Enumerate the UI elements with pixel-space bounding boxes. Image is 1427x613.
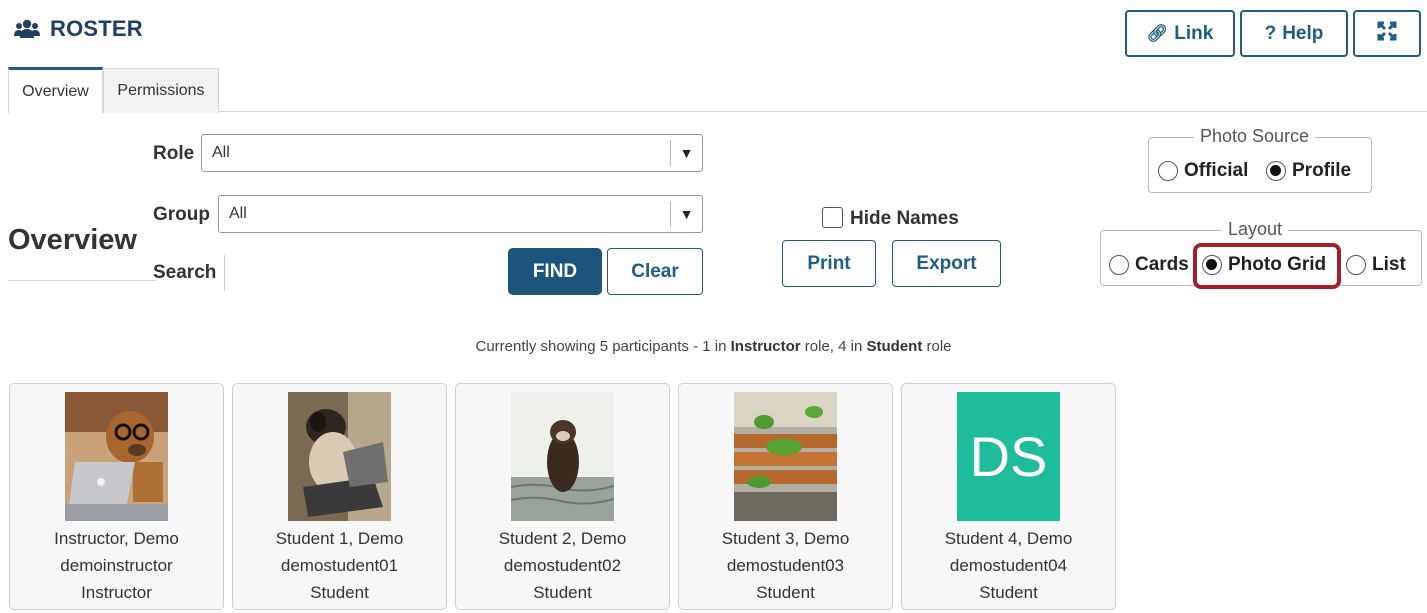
role-label: Role [153,143,195,164]
page-title: ROSTER [50,16,143,41]
find-button[interactable]: FIND [508,248,602,295]
participant-name: Student 4, Demo [944,529,1073,548]
caret-down-icon: ▼ [670,140,702,166]
participant-role: Student [979,583,1038,602]
users-icon [14,18,40,40]
hide-names-label: Hide Names [850,208,959,229]
heading-divider [8,280,156,281]
export-button[interactable]: Export [892,240,1001,287]
link-icon: 🔗︎ [1146,23,1169,43]
radio-cards[interactable] [1109,255,1129,275]
participant-username: demostudent03 [726,556,845,575]
question-icon: ? [1264,22,1277,44]
participant-username: demoinstructor [60,556,173,575]
group-label: Group [153,204,210,225]
tool-title: ROSTER [14,14,143,44]
participant-role: Student [756,583,815,602]
photo-source-legend: Photo Source [1194,126,1316,147]
participant-card[interactable]: Student 2, Demo demostudent02 Student [455,383,670,610]
print-button[interactable]: Print [782,240,876,287]
participant-role: Student [310,583,369,602]
participant-photo[interactable] [65,392,168,521]
expand-icon [1377,21,1397,47]
participant-username: demostudent02 [503,556,622,575]
tabs-divider [8,111,1427,112]
hide-names-checkbox[interactable] [822,207,843,228]
radio-list[interactable] [1346,255,1366,275]
layout-legend: Layout [1222,219,1289,240]
tab-permissions[interactable]: Permissions [103,68,219,113]
group-select[interactable]: All ▼ [218,195,703,233]
participant-initials-avatar[interactable]: DS [957,392,1060,521]
link-button[interactable]: 🔗︎ Link [1125,10,1235,57]
participant-card[interactable]: Student 3, Demo demostudent03 Student [678,383,893,610]
participant-username: demostudent01 [280,556,399,575]
section-heading: Overview [8,224,137,256]
role-select[interactable]: All ▼ [201,134,703,172]
search-input[interactable] [224,255,504,291]
participant-name: Student 3, Demo [721,529,850,548]
layout-cards[interactable]: Cards [1109,254,1189,276]
participant-card[interactable]: DS Student 4, Demo demostudent04 Student [901,383,1116,610]
clear-button[interactable]: Clear [607,248,703,295]
participant-name: Student 2, Demo [498,529,627,548]
caret-down-icon: ▼ [670,201,702,227]
search-label: Search [153,262,217,283]
photo-source-official[interactable]: Official [1158,160,1248,182]
layout-list[interactable]: List [1346,254,1406,276]
participant-card[interactable]: Student 1, Demo demostudent01 Student [232,383,447,610]
participant-role: Student [533,583,592,602]
tab-overview[interactable]: Overview [8,67,103,113]
radio-official[interactable] [1158,161,1178,181]
participant-role: Instructor [81,583,152,602]
participant-count-status: Currently showing 5 participants - 1 in … [475,338,952,355]
initials: DS [969,425,1048,488]
highlight-outline [1193,243,1341,289]
participant-photo[interactable] [511,392,614,521]
participant-name: Student 1, Demo [275,529,404,548]
participant-name: Instructor, Demo [54,529,179,548]
participant-photo[interactable] [288,392,391,521]
radio-profile[interactable] [1266,161,1286,181]
help-button[interactable]: ? Help [1240,10,1348,57]
fullscreen-button[interactable] [1353,10,1421,57]
participant-photo[interactable] [734,392,837,521]
participant-card[interactable]: Instructor, Demo demoinstructor Instruct… [9,383,224,610]
photo-source-profile[interactable]: Profile [1266,160,1351,182]
participant-username: demostudent04 [949,556,1068,575]
